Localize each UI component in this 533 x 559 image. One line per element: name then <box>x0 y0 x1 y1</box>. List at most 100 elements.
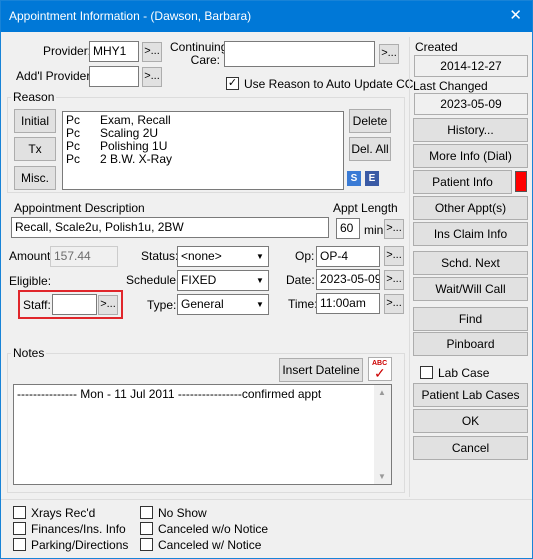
canceled-wo-label: Canceled w/o Notice <box>158 522 269 536</box>
no-show-label: No Show <box>158 506 207 520</box>
notes-text: --------------- Mon - 11 Jul 2011 ------… <box>17 387 322 401</box>
history-button[interactable]: History... <box>413 118 528 142</box>
provider-pick-button[interactable]: >... <box>142 42 162 62</box>
canceled-wo-checkbox[interactable] <box>140 522 153 535</box>
delete-button[interactable]: Delete <box>349 109 391 133</box>
notes-group-title: Notes <box>11 346 47 360</box>
misc-button[interactable]: Misc. <box>14 166 56 190</box>
xrays-checkbox[interactable] <box>13 506 26 519</box>
s-code-icon[interactable]: S <box>347 171 361 186</box>
schd-next-button[interactable]: Schd. Next <box>413 251 528 275</box>
insert-dateline-button[interactable]: Insert Dateline <box>279 358 363 382</box>
type-select[interactable]: General ▼ <box>177 294 269 315</box>
title-bar: Appointment Information - (Dawson, Barba… <box>1 1 532 32</box>
use-reason-checkbox[interactable]: ✓ <box>226 77 239 90</box>
finances-checkbox[interactable] <box>13 522 26 535</box>
appt-length-unit: min <box>364 223 384 237</box>
pinboard-button[interactable]: Pinboard <box>413 332 528 356</box>
time-input[interactable]: 11:00am <box>316 293 380 314</box>
appt-desc-input[interactable]: Recall, Scale2u, Polish1u, 2BW <box>11 217 329 238</box>
notes-textarea[interactable]: --------------- Mon - 11 Jul 2011 ------… <box>13 384 392 485</box>
spellcheck-icon[interactable]: ABC ✓ <box>368 357 392 381</box>
op-pick-button[interactable]: >... <box>384 246 404 266</box>
xrays-label: Xrays Rec'd <box>31 506 96 520</box>
addl-provider-pick-button[interactable]: >... <box>142 67 162 87</box>
canceled-w-checkbox[interactable] <box>140 538 153 551</box>
cancel-button[interactable]: Cancel <box>413 436 528 460</box>
e-code-icon[interactable]: E <box>365 171 379 186</box>
initial-button[interactable]: Initial <box>14 109 56 133</box>
list-item-desc: Exam, Recall <box>100 113 171 127</box>
find-button[interactable]: Find <box>413 307 528 331</box>
last-changed-value: 2023-05-09 <box>414 93 528 115</box>
time-pick-button[interactable]: >... <box>384 294 404 314</box>
staff-pick-button[interactable]: >... <box>98 295 118 315</box>
tx-button[interactable]: Tx <box>14 137 56 161</box>
eligible-label: Eligible: <box>9 274 52 288</box>
appt-desc-label: Appointment Description <box>14 201 145 215</box>
amount-input: 157.44 <box>50 246 118 267</box>
appt-length-input[interactable]: 60 <box>336 218 360 239</box>
status-select-value: <none> <box>181 249 222 263</box>
right-divider <box>409 37 410 497</box>
staff-label: Staff: <box>23 298 51 312</box>
more-info-button[interactable]: More Info (Dial) <box>413 144 528 168</box>
chevron-down-icon: ▼ <box>251 271 268 290</box>
scroll-up-icon[interactable]: ▲ <box>378 388 386 397</box>
chevron-down-icon: ▼ <box>251 247 268 266</box>
amount-label: Amount: <box>9 249 54 263</box>
lab-case-label: Lab Case <box>438 366 490 380</box>
list-item-desc: Scaling 2U <box>100 126 159 140</box>
notes-scrollbar[interactable]: ▲ ▼ <box>374 385 391 484</box>
schedule-select-value: FIXED <box>181 273 217 287</box>
wait-will-call-button[interactable]: Wait/Will Call <box>413 277 528 301</box>
finances-label: Finances/Ins. Info <box>31 522 126 536</box>
appointment-window: Appointment Information - (Dawson, Barba… <box>0 0 533 559</box>
lab-case-checkbox[interactable] <box>420 366 433 379</box>
ins-claim-info-button[interactable]: Ins Claim Info <box>413 222 528 246</box>
list-item-desc: Polishing 1U <box>100 139 168 153</box>
op-input[interactable]: OP-4 <box>316 246 380 267</box>
ok-button[interactable]: OK <box>413 409 528 433</box>
addl-provider-label: Add'l Provider: <box>16 69 94 83</box>
continuing-care-label: Continuing Care: <box>170 40 228 67</box>
parking-checkbox[interactable] <box>13 538 26 551</box>
reason-group-title: Reason <box>11 90 57 104</box>
status-select[interactable]: <none> ▼ <box>177 246 269 267</box>
list-item[interactable]: Pc <box>66 126 80 140</box>
list-item-desc: 2 B.W. X-Ray <box>100 152 173 166</box>
op-label: Op: <box>295 249 315 263</box>
chevron-down-icon: ▼ <box>251 295 268 314</box>
list-item[interactable]: Pc <box>66 113 80 127</box>
continuing-care-input[interactable] <box>224 41 375 67</box>
created-value: 2014-12-27 <box>414 55 528 77</box>
last-changed-label: Last Changed <box>413 79 488 93</box>
window-title: Appointment Information - (Dawson, Barba… <box>9 9 252 23</box>
scroll-down-icon[interactable]: ▼ <box>378 472 386 481</box>
reason-list[interactable]: Pc Exam, Recall Pc Scaling 2U Pc Polishi… <box>62 111 344 190</box>
type-label: Type: <box>147 298 177 312</box>
provider-input[interactable]: MHY1 <box>89 41 139 62</box>
appt-length-pick-button[interactable]: >... <box>384 219 404 239</box>
del-all-button[interactable]: Del. All <box>349 137 391 161</box>
schedule-select[interactable]: FIXED ▼ <box>177 270 269 291</box>
date-pick-button[interactable]: >... <box>384 270 404 290</box>
list-item[interactable]: Pc <box>66 139 80 153</box>
other-appts-button[interactable]: Other Appt(s) <box>413 196 528 220</box>
schedule-label: Schedule: <box>126 273 180 287</box>
use-reason-label: Use Reason to Auto Update CC <box>244 77 414 91</box>
time-label: Time: <box>288 297 318 311</box>
patient-info-button[interactable]: Patient Info <box>413 170 512 194</box>
staff-input[interactable] <box>52 294 97 315</box>
canceled-w-label: Canceled w/ Notice <box>158 538 262 552</box>
addl-provider-input[interactable] <box>89 66 139 87</box>
parking-label: Parking/Directions <box>31 538 129 552</box>
divider <box>1 499 532 500</box>
close-icon[interactable]: ✕ <box>509 6 522 24</box>
date-input[interactable]: 2023-05-09 <box>316 269 380 290</box>
no-show-checkbox[interactable] <box>140 506 153 519</box>
list-item[interactable]: Pc <box>66 152 80 166</box>
created-label: Created <box>415 40 458 54</box>
patient-lab-cases-button[interactable]: Patient Lab Cases <box>413 383 528 407</box>
continuing-care-pick-button[interactable]: >... <box>379 44 399 64</box>
